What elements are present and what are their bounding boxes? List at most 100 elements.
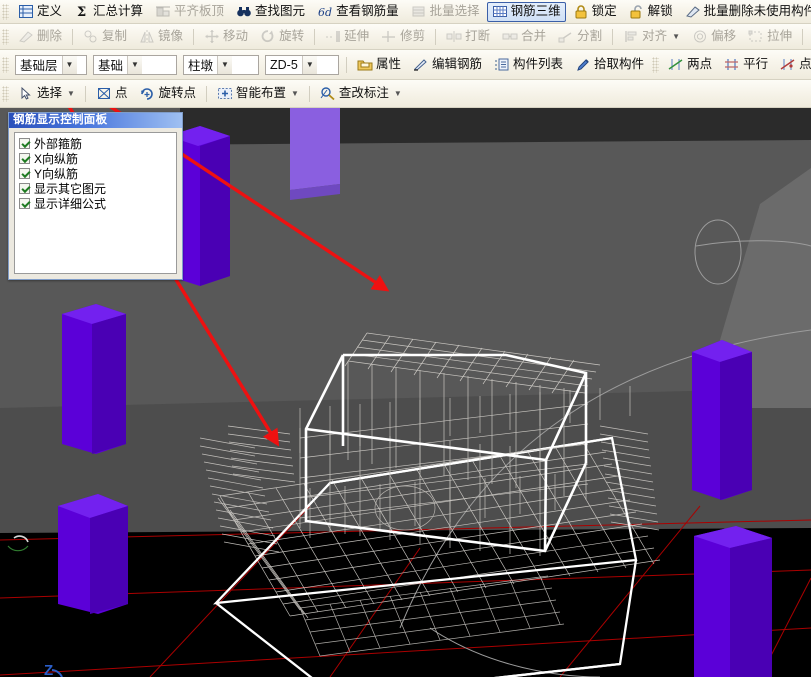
define-icon bbox=[18, 4, 34, 19]
chevron-down-icon[interactable]: ▼ bbox=[394, 89, 402, 98]
toolbar-button-batch-delete-unused[interactable]: 批量删除未使用构件 bbox=[680, 2, 811, 22]
stretch-icon bbox=[748, 29, 764, 44]
toolbar-button-two-point[interactable]: 两点 bbox=[663, 55, 717, 75]
toolbar-button-rotate[interactable]: 旋转 bbox=[255, 27, 309, 47]
toolbar-button-rotate-point-label: 旋转点 bbox=[158, 86, 196, 101]
toolbar-button-parallel-label: 平行 bbox=[743, 57, 769, 72]
chevron-down-icon[interactable]: ▼ bbox=[67, 89, 75, 98]
toolbar-grip[interactable] bbox=[2, 28, 9, 45]
toolbar-separator bbox=[346, 56, 347, 73]
toolbar-button-lock-label: 锁定 bbox=[591, 4, 617, 19]
toolbar-grip[interactable] bbox=[652, 56, 660, 73]
toolbar-button-define[interactable]: 定义 bbox=[13, 2, 67, 22]
toolbar-grip[interactable] bbox=[2, 3, 9, 20]
toolbar-grip[interactable] bbox=[2, 85, 9, 102]
rebar-option-label: Y向纵筋 bbox=[34, 166, 79, 181]
toolbar-button-move-label: 移动 bbox=[223, 29, 249, 44]
column-right-far[interactable] bbox=[692, 340, 752, 500]
toolbar-button-point-angle-label: 点角 bbox=[799, 57, 811, 72]
toolbar-button-mirror[interactable]: 镜像 bbox=[134, 27, 188, 47]
view-rebar-qty-icon: 6d bbox=[317, 4, 333, 19]
toolbar-button-properties[interactable]: 属性 bbox=[352, 55, 406, 75]
column-left-near[interactable] bbox=[58, 494, 128, 614]
toolbar-button-parallel[interactable]: 平行 bbox=[719, 55, 773, 75]
toolbar-button-view-rebar-qty[interactable]: 6d 查看钢筋量 bbox=[312, 2, 404, 22]
toolbar-button-align-slab-top[interactable]: 平齐板顶 bbox=[150, 2, 229, 22]
column-center-back[interactable] bbox=[290, 108, 340, 200]
chevron-down-icon[interactable]: ▼ bbox=[301, 55, 317, 74]
member-combo-value: ZD-5 bbox=[270, 57, 298, 72]
rebar-panel-option-list[interactable]: 外部箍筋 X向纵筋 Y向纵筋 显示其它图元 显示详细公式 bbox=[14, 132, 177, 274]
chevron-down-icon[interactable]: ▼ bbox=[291, 89, 299, 98]
toolbar-separator bbox=[205, 85, 207, 102]
toolbar-button-rotate-label: 旋转 bbox=[279, 29, 305, 44]
toolbar-button-merge[interactable]: 合并 bbox=[497, 27, 551, 47]
chevron-down-icon[interactable]: ▼ bbox=[61, 55, 77, 74]
rotate-point-icon bbox=[139, 86, 155, 101]
toolbar-button-member-list[interactable]: 构件列表 bbox=[489, 55, 568, 75]
toolbar-button-move[interactable]: 移动 bbox=[199, 27, 253, 47]
rebar-3d-icon bbox=[492, 4, 508, 19]
smart-layout-icon bbox=[217, 86, 233, 101]
toolbar-button-delete[interactable]: 删除 bbox=[13, 27, 67, 47]
checkbox[interactable] bbox=[19, 138, 30, 149]
member-combo[interactable]: ZD-5 ▼ bbox=[265, 54, 339, 75]
toolbar-button-align[interactable]: 对齐 ▼ bbox=[618, 27, 685, 47]
chevron-down-icon[interactable]: ▼ bbox=[672, 32, 680, 41]
parallel-icon bbox=[724, 57, 740, 72]
column-right-tall[interactable] bbox=[694, 526, 772, 677]
move-icon bbox=[204, 29, 220, 44]
toolbar-button-copy[interactable]: 复制 bbox=[78, 27, 132, 47]
toolbar-button-point[interactable]: 点 bbox=[91, 84, 133, 104]
toolbar-button-point-angle[interactable]: 点角 ▼ bbox=[775, 55, 811, 75]
floor-combo[interactable]: 基础层 ▼ bbox=[15, 54, 87, 75]
toolbar-button-summary-calc[interactable]: Σ 汇总计算 bbox=[69, 2, 148, 22]
toolbar-button-split[interactable]: 分割 bbox=[553, 27, 607, 47]
toolbar-button-rotate-point[interactable]: 旋转点 bbox=[134, 84, 201, 104]
toolbar-button-batch-select[interactable]: 批量选择 bbox=[406, 2, 485, 22]
toolbar-button-extend[interactable]: 延伸 bbox=[320, 27, 374, 47]
toolbar-button-select-label: 选择 bbox=[37, 86, 63, 101]
main-toolbar: 定义 Σ 汇总计算 平齐板顶 查找图元 6d 查看钢筋量 批量选择 钢筋三维 锁… bbox=[0, 0, 811, 24]
toolbar-button-select[interactable]: 选择 ▼ bbox=[13, 84, 80, 104]
category-combo[interactable]: 基础 ▼ bbox=[93, 54, 177, 75]
toolbar-button-pick-member-label: 拾取构件 bbox=[594, 57, 645, 72]
toolbar-button-unlock[interactable]: 解锁 bbox=[624, 2, 678, 22]
rebar-option-x-longitudinal[interactable]: X向纵筋 bbox=[17, 151, 174, 166]
checkbox[interactable] bbox=[19, 183, 30, 194]
offset-icon bbox=[692, 29, 708, 44]
chevron-down-icon[interactable]: ▼ bbox=[217, 55, 233, 74]
toolbar-grip[interactable] bbox=[2, 56, 9, 73]
toolbar-separator bbox=[435, 28, 437, 45]
toolbar-button-stretch[interactable]: 拉伸 bbox=[743, 27, 797, 47]
toolbar-button-lock[interactable]: 锁定 bbox=[568, 2, 622, 22]
checkbox[interactable] bbox=[19, 168, 30, 179]
checkbox[interactable] bbox=[19, 198, 30, 209]
rebar-display-control-panel[interactable]: 钢筋显示控制面板 外部箍筋 X向纵筋 Y向纵筋 显示其它图元 显示详细公式 bbox=[8, 112, 183, 280]
rebar-option-show-other-elements[interactable]: 显示其它图元 bbox=[17, 181, 174, 196]
toolbar-separator bbox=[308, 85, 310, 102]
rebar-option-y-longitudinal[interactable]: Y向纵筋 bbox=[17, 166, 174, 181]
toolbar-button-break[interactable]: 打断 bbox=[441, 27, 495, 47]
type-combo[interactable]: 柱墩 ▼ bbox=[183, 54, 259, 75]
column-left-far[interactable] bbox=[62, 304, 126, 454]
properties-icon bbox=[357, 57, 373, 72]
rebar-option-outer-stirrup[interactable]: 外部箍筋 bbox=[17, 136, 174, 151]
application-window: 定义 Σ 汇总计算 平齐板顶 查找图元 6d 查看钢筋量 批量选择 钢筋三维 锁… bbox=[0, 0, 811, 677]
toolbar-button-copy-label: 复制 bbox=[102, 29, 128, 44]
toolbar-button-rebar-3d[interactable]: 钢筋三维 bbox=[486, 1, 566, 22]
toolbar-button-trim[interactable]: 修剪 bbox=[376, 27, 430, 47]
toolbar-button-pick-member[interactable]: 拾取构件 bbox=[570, 55, 649, 75]
checkbox[interactable] bbox=[19, 153, 30, 164]
toolbar-button-smart-layout[interactable]: 智能布置 ▼ bbox=[212, 84, 304, 104]
toolbar-button-edit-rebar[interactable]: 编辑钢筋 bbox=[408, 55, 487, 75]
rebar-option-show-detailed-formula[interactable]: 显示详细公式 bbox=[17, 196, 174, 211]
copy-icon bbox=[83, 29, 99, 44]
pick-member-icon bbox=[575, 57, 591, 72]
chevron-down-icon[interactable]: ▼ bbox=[127, 55, 143, 74]
toolbar-button-extend-label: 延伸 bbox=[344, 29, 370, 44]
toolbar-button-offset[interactable]: 偏移 bbox=[687, 27, 741, 47]
toolbar-button-find-element[interactable]: 查找图元 bbox=[231, 2, 310, 22]
toolbar-button-view-rebar-qty-label: 查看钢筋量 bbox=[336, 4, 399, 19]
toolbar-button-check-annotation[interactable]: 查改标注 ▼ bbox=[315, 84, 407, 104]
